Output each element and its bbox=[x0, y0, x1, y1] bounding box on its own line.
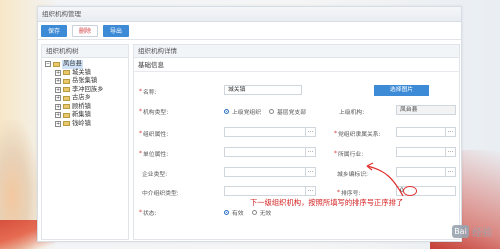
industry-row: * 所属行业: bbox=[334, 150, 364, 158]
org-attr-select[interactable]: ... bbox=[224, 127, 316, 137]
enterprise-type-row: 企业类型: bbox=[142, 169, 167, 178]
radio-upper-party[interactable] bbox=[224, 109, 229, 114]
affiliation-select[interactable]: ... bbox=[396, 127, 456, 137]
status-row: * 状态: bbox=[139, 209, 157, 217]
folder-icon bbox=[63, 87, 70, 93]
save-button[interactable]: 保存 bbox=[41, 24, 68, 37]
required-mark: * bbox=[139, 88, 142, 95]
more-icon[interactable]: ... bbox=[305, 128, 315, 136]
more-icon[interactable]: ... bbox=[445, 168, 455, 176]
expand-icon[interactable]: + bbox=[55, 120, 61, 127]
toolbar: 保存 删除 导出 bbox=[38, 22, 461, 40]
org-tree-header: 组织机构树 bbox=[42, 45, 128, 58]
more-icon[interactable]: ... bbox=[305, 187, 315, 195]
collapse-icon[interactable]: − bbox=[45, 61, 51, 68]
tree-item-label[interactable]: 凤台县 bbox=[62, 60, 83, 69]
tree-item-row[interactable]: + 城关镇 bbox=[45, 69, 128, 78]
parent-label: 上级机构: bbox=[339, 110, 365, 116]
radio-label: 有效 bbox=[232, 211, 244, 217]
expand-icon[interactable]: + bbox=[55, 86, 61, 93]
enterprise-type-label: 企业类型: bbox=[142, 172, 168, 178]
radio-label: 基层党支部 bbox=[277, 110, 306, 116]
tree-item-row[interactable]: + 顾桥镇 bbox=[45, 103, 128, 112]
name-label: 名称: bbox=[143, 90, 157, 96]
more-icon[interactable]: ... bbox=[305, 148, 315, 156]
radio-label: 无效 bbox=[259, 211, 272, 217]
radio-grassroots-branch[interactable] bbox=[269, 109, 274, 114]
window-title: 组织机构管理 bbox=[38, 7, 461, 22]
radio-label: 上级党组织 bbox=[232, 110, 261, 116]
delete-button[interactable]: 删除 bbox=[72, 24, 99, 37]
more-icon[interactable]: ... bbox=[445, 148, 455, 156]
org-tree-pane: 组织机构树 − 凤台县 + 城关镇 + 岳张集镇 + 李冲回族乡 + 古店乡 +… bbox=[41, 44, 129, 240]
annotation-text: 下一级组织机构，按照所填写的排序号正序排了 bbox=[250, 198, 404, 207]
tree-item-label[interactable]: 城关镇 bbox=[72, 69, 91, 78]
folder-icon bbox=[53, 61, 60, 67]
affiliation-row: * 党组织隶属关系: bbox=[334, 130, 381, 138]
industry-label: 所属行业: bbox=[338, 152, 364, 158]
tree-item-row[interactable]: + 钱岭镇 bbox=[45, 120, 128, 129]
tree-item-row[interactable]: + 李冲回族乡 bbox=[45, 86, 128, 95]
status-label: 状态: bbox=[143, 211, 157, 217]
radio-valid[interactable] bbox=[224, 210, 229, 215]
org-type-radio-group: 上级党组织 基层党支部 bbox=[224, 107, 306, 116]
org-type-row: * 机构类型: bbox=[139, 108, 169, 116]
baidu-logo: Bai bbox=[452, 225, 469, 238]
status-radio-group: 有效 无效 bbox=[224, 208, 271, 217]
unit-attr-label: 单位属性: bbox=[143, 152, 169, 158]
annotation-arrow bbox=[366, 162, 404, 197]
tree-item-row[interactable]: + 新集镇 bbox=[45, 111, 128, 120]
org-attr-row: * 组织属性: bbox=[139, 130, 169, 138]
annotation-circle bbox=[403, 186, 417, 196]
unit-attr-row: * 单位属性: bbox=[139, 150, 169, 158]
intermediary-row: 中介组织类型: bbox=[142, 188, 179, 197]
tree-item-label[interactable]: 新集镇 bbox=[72, 111, 91, 120]
folder-icon bbox=[63, 78, 70, 84]
folder-icon bbox=[63, 104, 70, 110]
tree-item-label[interactable]: 李冲回族乡 bbox=[72, 86, 103, 95]
tree-item-row[interactable]: + 古店乡 bbox=[45, 94, 128, 103]
city-id-select[interactable]: ... bbox=[396, 167, 456, 177]
org-type-label: 机构类型: bbox=[143, 110, 169, 116]
folder-icon bbox=[63, 121, 70, 127]
org-tree: − 凤台县 + 城关镇 + 岳张集镇 + 李冲回族乡 + 古店乡 + 顾桥镇 +… bbox=[42, 58, 128, 128]
tree-item-label[interactable]: 钱岭镇 bbox=[72, 120, 91, 129]
expand-icon[interactable]: + bbox=[55, 103, 61, 110]
folder-icon bbox=[63, 112, 70, 118]
org-detail-pane: 组织机构详情 基础信息 * 名称: 城关镇 选择图片 * 机构类型: 上级党组织… bbox=[133, 44, 460, 240]
more-icon[interactable]: ... bbox=[305, 168, 315, 176]
tree-item-row[interactable]: + 岳张集镇 bbox=[45, 77, 128, 86]
name-input[interactable]: 城关镇 bbox=[224, 85, 302, 95]
folder-icon bbox=[63, 70, 70, 76]
section-title: 基础信息 bbox=[134, 58, 459, 72]
expand-icon[interactable]: + bbox=[55, 112, 61, 119]
name-row: * 名称: bbox=[139, 87, 157, 96]
watermark: Bai 经验 bbox=[452, 224, 492, 239]
parent-input[interactable]: 凤台县 bbox=[396, 105, 456, 115]
industry-select[interactable]: ... bbox=[396, 147, 456, 157]
enterprise-type-select[interactable]: ... bbox=[224, 167, 316, 177]
affiliation-label: 党组织隶属关系: bbox=[338, 132, 381, 138]
expand-icon[interactable]: + bbox=[55, 69, 61, 76]
org-detail-header: 组织机构详情 bbox=[134, 45, 459, 58]
unit-attr-select[interactable]: ... bbox=[224, 147, 316, 157]
watermark-text: 经验 bbox=[472, 228, 492, 239]
org-attr-label: 组织属性: bbox=[143, 132, 169, 138]
parent-row: 上级机构: bbox=[339, 107, 364, 116]
select-image-button[interactable]: 选择图片 bbox=[374, 85, 429, 96]
expand-icon[interactable]: + bbox=[55, 78, 61, 85]
export-button[interactable]: 导出 bbox=[103, 24, 130, 37]
more-icon[interactable]: ... bbox=[445, 128, 455, 136]
tree-item-label[interactable]: 岳张集镇 bbox=[72, 77, 97, 86]
radio-invalid[interactable] bbox=[251, 210, 257, 215]
tree-item-label[interactable]: 古店乡 bbox=[72, 94, 91, 103]
folder-icon bbox=[63, 95, 70, 101]
intermediary-select[interactable]: ... bbox=[224, 186, 316, 196]
intermediary-label: 中介组织类型: bbox=[142, 191, 179, 197]
tree-item-label[interactable]: 顾桥镇 bbox=[72, 103, 91, 112]
tree-root-row[interactable]: − 凤台县 bbox=[45, 60, 128, 69]
expand-icon[interactable]: + bbox=[55, 95, 61, 102]
